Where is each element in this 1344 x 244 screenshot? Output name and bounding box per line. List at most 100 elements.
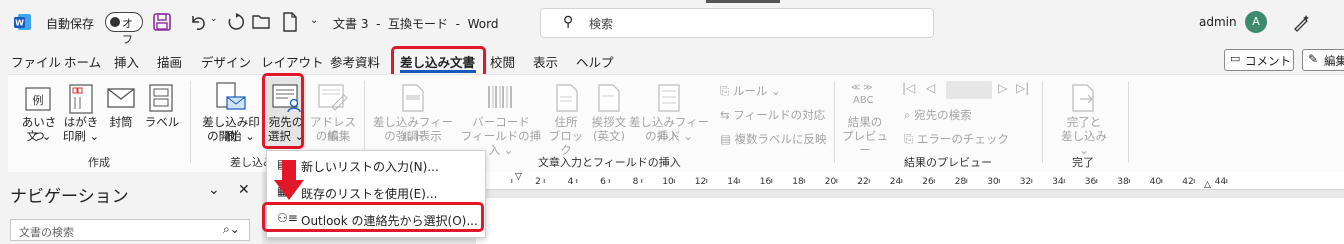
postcard-line2[interactable]: 印刷 ⌄: [62, 129, 100, 143]
search-placeholder: 検索: [589, 17, 614, 31]
find-recipient-button[interactable]: ⌕ 宛先の検索: [904, 107, 972, 123]
ruler-ticks: 2 4 6 8 10 12 14 16 18 20 22 24 26 28 30 32 34 36 38 40 42 44: [511, 177, 1228, 187]
undo-icon[interactable]: [188, 12, 208, 36]
check-errors-icon: ⎘: [904, 132, 914, 146]
update-labels-button[interactable]: ▤ 複数ラベルに反映: [720, 131, 827, 147]
insert-field-line2[interactable]: の挿入 ⌄: [624, 129, 714, 143]
autosave-label: 自動保存: [46, 17, 95, 31]
preview-line2[interactable]: プレビュー: [838, 129, 892, 157]
envelope-icon: [106, 85, 136, 115]
tab-draw[interactable]: 描画: [157, 52, 182, 71]
nav-search-input[interactable]: 文書の検索 ⌕⌄: [10, 219, 250, 241]
nav-title: ナビゲーション: [10, 187, 129, 207]
group-create-label: 作成: [88, 156, 110, 169]
start-merge-line2[interactable]: の開始 ⌄: [198, 129, 264, 143]
ruler-label: 10: [662, 177, 674, 187]
new-document-icon[interactable]: [282, 12, 298, 36]
preview-line1[interactable]: 結果の: [838, 115, 892, 129]
last-record-icon[interactable]: ▷|: [1016, 81, 1029, 95]
rules-label: ルール ⌄: [732, 84, 781, 98]
nav-options-chevron-icon[interactable]: ⌄: [208, 182, 220, 198]
navigation-pane: ナビゲーション ⌄ ✕ 文書の検索 ⌕⌄: [0, 172, 262, 244]
left-indent-marker[interactable]: ▽: [515, 172, 522, 182]
ruler-label: 32: [1020, 177, 1031, 187]
first-record-icon[interactable]: |◁: [902, 81, 915, 95]
svg-text:例: 例: [33, 93, 44, 107]
undo-dropdown-icon[interactable]: ⌄: [210, 14, 218, 24]
find-recipient-label: 宛先の検索: [914, 108, 972, 122]
check-errors-label: エラーのチェック: [916, 132, 1009, 146]
highlight-fields-icon: [400, 83, 426, 117]
highlight-fields-line2[interactable]: の強調表示: [370, 129, 456, 143]
labels-label[interactable]: ラベル: [144, 115, 180, 129]
barcode-line1[interactable]: バーコード: [456, 115, 546, 129]
previous-record-icon[interactable]: ◁: [926, 81, 935, 95]
customize-toolbar-icon[interactable]: ⌄: [310, 15, 318, 26]
greeting-line-icon: [596, 83, 622, 117]
ruler-label: 36: [1085, 177, 1097, 187]
update-labels-icon: ▤: [720, 132, 731, 146]
labels-icon: [146, 83, 176, 117]
ruler-label: 28: [955, 177, 967, 187]
postcard-line1[interactable]: はがき: [62, 115, 100, 129]
nav-search-placeholder: 文書の検索: [19, 226, 74, 239]
ruler-label: 24: [890, 177, 902, 187]
comment-button[interactable]: ▭ コメント: [1224, 49, 1294, 71]
address-line1[interactable]: 住所: [546, 115, 586, 129]
tab-review[interactable]: 校閲: [490, 52, 515, 71]
tab-help[interactable]: ヘルプ: [576, 52, 614, 71]
tab-file[interactable]: ファイル: [11, 52, 61, 71]
edit-mode-button[interactable]: ✎ 編集: [1302, 49, 1344, 71]
avatar-initial: A: [1252, 15, 1260, 28]
preview-arrows-icon: ≪ ≫: [851, 83, 873, 93]
new-list-label: 新しいリストの入力(N)...: [301, 160, 439, 174]
record-number-input[interactable]: [946, 81, 992, 99]
edit-recipients-line2[interactable]: の編集: [308, 129, 358, 143]
nav-search-icon: ⌕⌄: [223, 222, 240, 236]
envelope-label[interactable]: 封筒: [104, 115, 138, 129]
right-indent-marker[interactable]: △: [1204, 180, 1211, 190]
greeting-line2[interactable]: 文 ⌄: [20, 129, 58, 143]
tab-view[interactable]: 表示: [533, 52, 558, 71]
tab-design[interactable]: デザイン: [201, 52, 251, 71]
autosave-toggle[interactable]: オフ: [105, 12, 143, 46]
tab-home[interactable]: ホーム: [64, 52, 101, 71]
svg-text:W: W: [15, 19, 24, 28]
insert-merge-field-icon: [656, 83, 682, 117]
next-record-icon[interactable]: ▷: [998, 81, 1007, 95]
document-title: 文書 3 - 互換モード - Word: [333, 17, 499, 31]
rules-button[interactable]: ⎘ ルール ⌄: [720, 83, 781, 99]
finish-line2[interactable]: 差し込み ⌄: [1056, 129, 1112, 157]
word-logo-icon: W: [14, 13, 32, 31]
tab-insert[interactable]: 挿入: [114, 52, 139, 71]
postcard-print-icon: [66, 83, 96, 119]
redo-icon[interactable]: [226, 12, 246, 36]
search-box[interactable]: ⚲ 検索: [540, 8, 934, 38]
check-errors-button[interactable]: ⎘ エラーのチェック: [904, 131, 1009, 147]
ruler-label: 44: [1215, 177, 1227, 187]
horizontal-ruler: 2 4 6 8 10 12 14 16 18 20 22 24 26 28 30 32 34 36 38 40 42 44: [476, 172, 1344, 190]
greeting-envelope-icon: 例: [24, 85, 54, 119]
save-icon[interactable]: [153, 13, 171, 35]
existing-list-label: 既存のリストを使用(E)...: [301, 187, 438, 201]
ruler-label: 42: [1182, 177, 1193, 187]
open-folder-icon[interactable]: [252, 13, 272, 35]
tab-layout[interactable]: レイアウト: [261, 52, 324, 71]
avatar[interactable]: A: [1245, 11, 1267, 33]
ruler-label: 34: [1052, 177, 1064, 187]
page-top: [476, 198, 1344, 244]
ruler-label: 14: [727, 177, 739, 187]
user-name[interactable]: admin: [1199, 15, 1237, 29]
designer-pen-icon[interactable]: [1292, 12, 1312, 36]
finish-line1[interactable]: 完了と: [1056, 115, 1112, 129]
title-bar: W 自動保存 オフ ⌄ ⌄ 文書 3 - 互換モード - Word ⚲ 検索 a…: [0, 0, 1344, 46]
separator: [1042, 81, 1043, 163]
match-fields-button[interactable]: ⇆ フィールドの対応: [720, 107, 825, 123]
search-icon: ⚲: [563, 14, 574, 30]
abc-text: ABC: [853, 95, 874, 106]
tab-references[interactable]: 参考資料: [330, 52, 380, 71]
comment-label: コメント: [1245, 54, 1291, 68]
nav-close-icon[interactable]: ✕: [238, 182, 250, 198]
address-line2[interactable]: ブロック: [546, 129, 586, 157]
separator: [834, 81, 835, 163]
